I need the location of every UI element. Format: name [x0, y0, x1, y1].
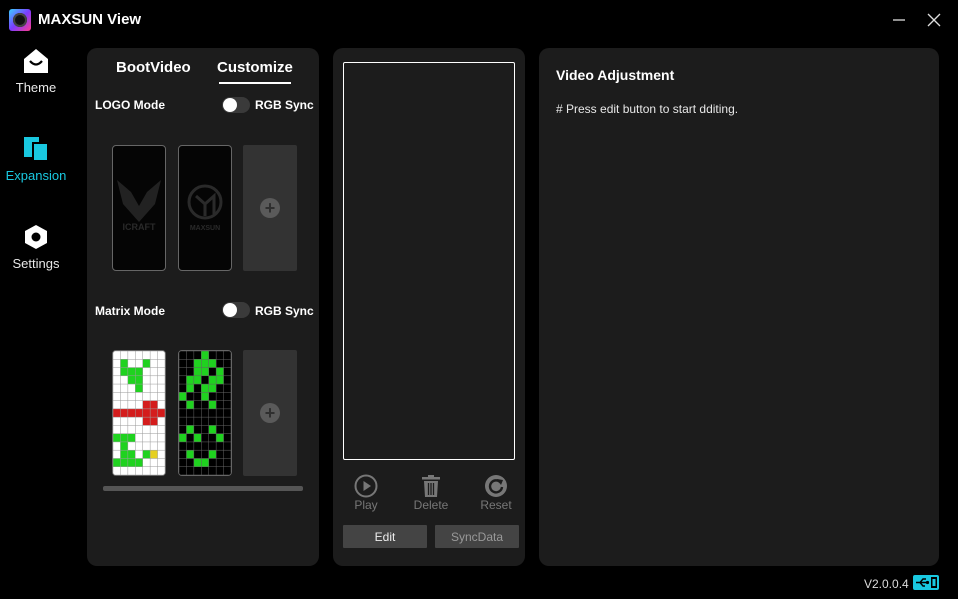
sidebar-item-expansion[interactable]: Expansion	[0, 136, 72, 183]
matrix-pattern-1-icon	[113, 351, 165, 475]
app-title: MAXSUN View	[38, 11, 142, 28]
icraft-logo-icon: ICRAFT	[117, 180, 161, 232]
video-preview-area	[343, 62, 515, 460]
plus-circle-icon: +	[260, 403, 280, 423]
version-label: V2.0.0.4	[864, 577, 909, 591]
plus-circle-icon: +	[260, 198, 280, 218]
matrix-rgb-sync-toggle[interactable]	[222, 302, 250, 318]
play-icon	[354, 474, 378, 498]
add-matrix-button[interactable]: +	[243, 350, 297, 476]
logo-thumbnail-maxsun[interactable]: MAXSUN	[178, 145, 232, 271]
tab-bootvideo[interactable]: BootVideo	[116, 59, 191, 76]
play-label: Play	[354, 498, 378, 512]
minimize-button[interactable]	[886, 8, 912, 32]
matrix-thumbnail-2[interactable]	[178, 350, 232, 476]
logo-rgb-sync-toggle[interactable]	[222, 97, 250, 113]
usb-icon	[916, 577, 937, 588]
video-adjustment-title: Video Adjustment	[556, 67, 675, 83]
matrix-mode-label: Matrix Mode	[95, 304, 166, 318]
delete-button[interactable]: Delete	[406, 474, 456, 512]
add-logo-button[interactable]: +	[243, 145, 297, 271]
trash-icon	[422, 475, 440, 497]
close-button[interactable]	[921, 8, 947, 32]
theme-icon	[24, 49, 48, 73]
sidebar-item-theme[interactable]: Theme	[0, 48, 72, 95]
minus-icon	[893, 19, 905, 21]
matrix-rgb-sync-label: RGB Sync	[255, 304, 314, 318]
logo-thumbnail-icraft[interactable]: ICRAFT	[112, 145, 166, 271]
delete-label: Delete	[413, 498, 449, 512]
svg-text:ICRAFT: ICRAFT	[123, 222, 156, 232]
edit-button[interactable]: Edit	[343, 525, 427, 548]
tab-customize[interactable]: Customize	[217, 59, 293, 84]
play-button[interactable]: Play	[341, 474, 391, 512]
syncdata-button[interactable]: SyncData	[435, 525, 519, 548]
sidebar-item-label: Settings	[12, 256, 60, 271]
expansion-icon	[24, 137, 49, 162]
video-adjustment-panel	[539, 48, 939, 566]
sidebar-item-settings[interactable]: Settings	[0, 224, 72, 271]
title-bar: MAXSUN View	[0, 0, 958, 40]
video-adjustment-message: # Press edit button to start dditing.	[556, 102, 739, 116]
reset-label: Reset	[480, 498, 512, 512]
matrix-pattern-2-icon	[179, 351, 231, 475]
usb-status-icon[interactable]	[913, 575, 939, 590]
customize-panel: BootVideo Customize LOGO Mode RGB Sync I…	[87, 48, 319, 566]
settings-icon	[25, 225, 47, 249]
sidebar-item-label: Theme	[15, 80, 57, 95]
horizontal-scrollbar[interactable]	[103, 486, 303, 491]
x-icon	[927, 13, 941, 27]
matrix-thumbnail-1[interactable]	[112, 350, 166, 476]
logo-rgb-sync-label: RGB Sync	[255, 98, 314, 112]
reset-button[interactable]: Reset	[471, 474, 521, 512]
svg-text:MAXSUN: MAXSUN	[190, 225, 220, 232]
app-logo-icon	[9, 9, 31, 31]
reset-icon	[485, 475, 507, 497]
sidebar-item-label: Expansion	[5, 168, 67, 183]
logo-mode-label: LOGO Mode	[95, 98, 165, 112]
maxsun-logo-icon: MAXSUN	[187, 184, 223, 232]
